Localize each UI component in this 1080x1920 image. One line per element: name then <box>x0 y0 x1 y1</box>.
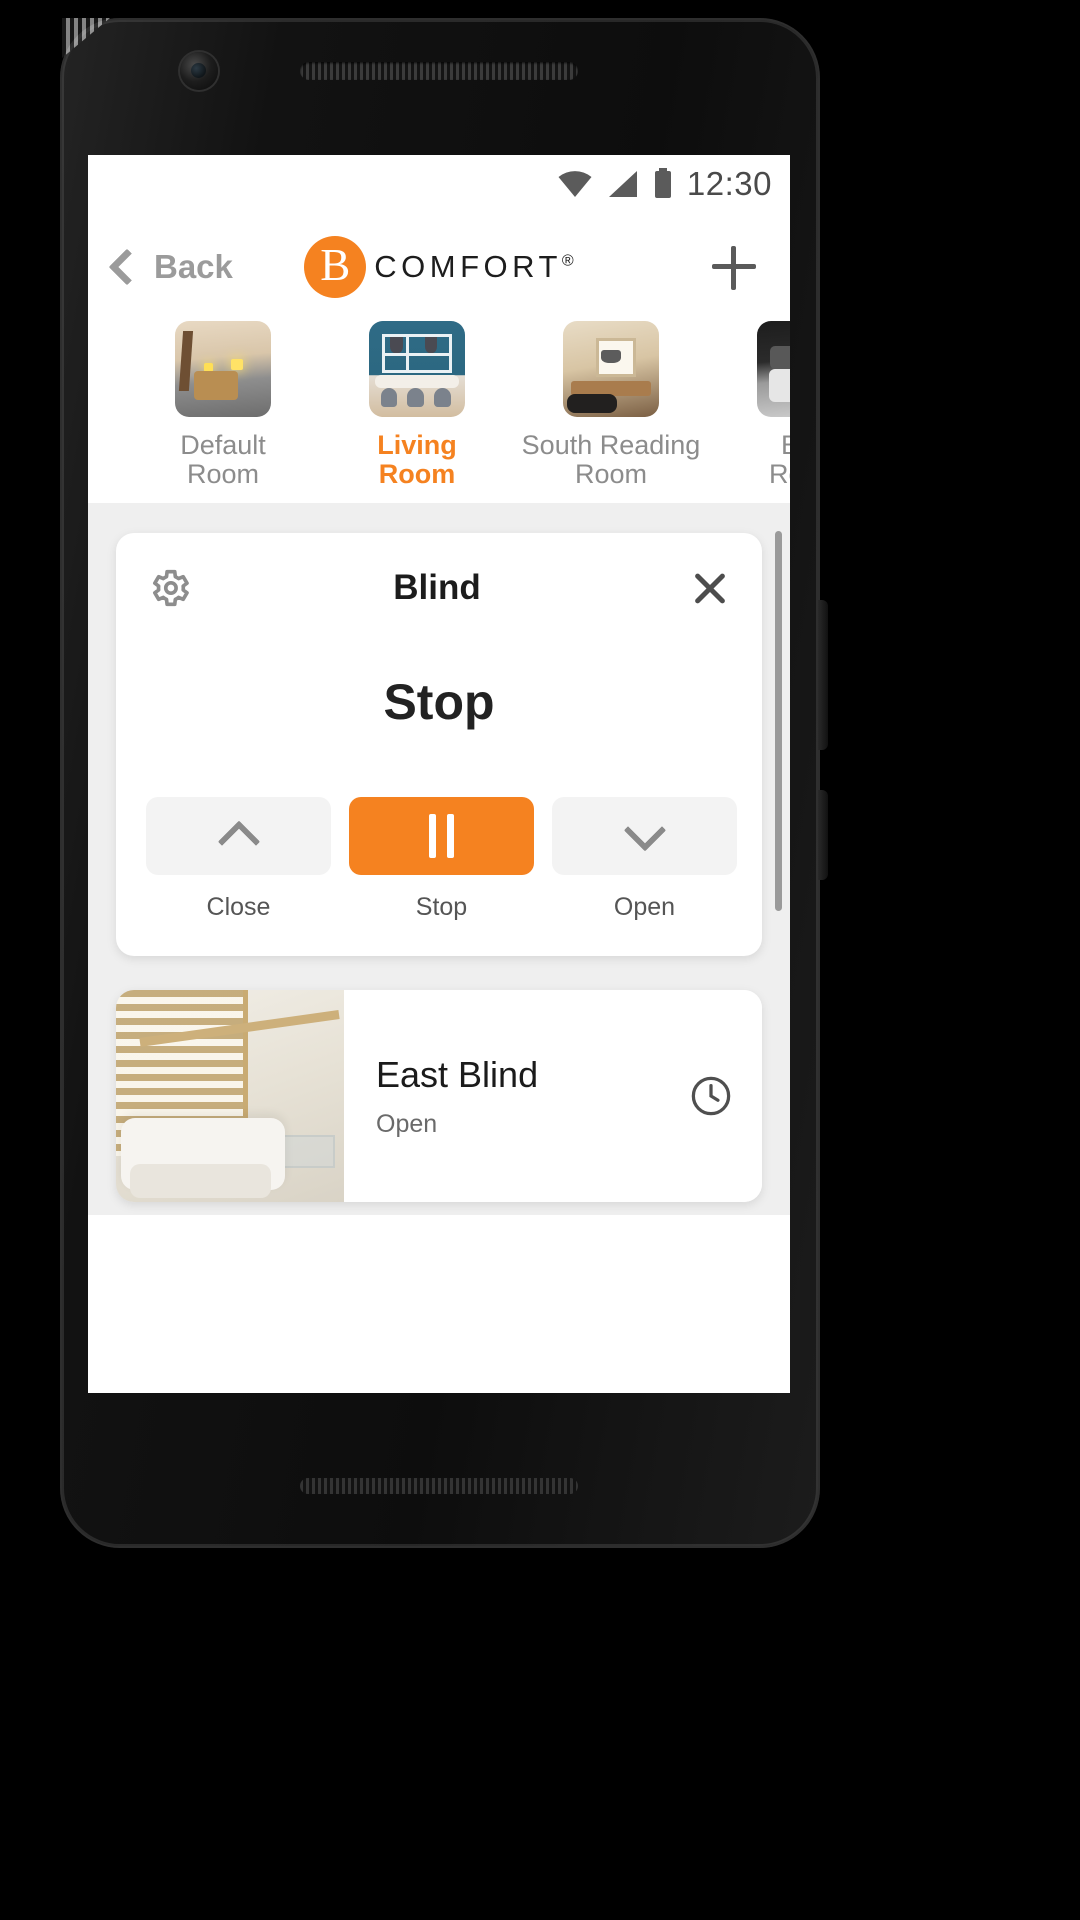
content-area: Blind Stop Close Stop Open East Blind Op… <box>88 503 790 1216</box>
room-tabs: Default Room Living Room South Reading R… <box>88 321 790 512</box>
device-info: East Blind Open <box>344 990 762 1203</box>
battery-icon <box>654 168 671 198</box>
earpiece-speaker <box>300 62 578 80</box>
screenshot-root: 12:30 Back B COMFORT® Default Room Livin… <box>0 0 1080 1920</box>
pause-icon <box>429 814 454 859</box>
vertical-scrollbar[interactable] <box>775 531 782 912</box>
room-label-line1: Living <box>377 430 457 460</box>
status-bar-clock: 12:30 <box>686 165 772 202</box>
registered-mark: ® <box>561 252 574 270</box>
device-name: East Blind <box>376 1053 539 1095</box>
bottom-speaker <box>300 1478 578 1494</box>
blind-close-button[interactable] <box>146 797 331 876</box>
app-header: Back B COMFORT® <box>88 213 790 321</box>
back-button-label: Back <box>154 248 233 285</box>
room-label-line2: Room <box>768 459 790 490</box>
blind-open-button[interactable] <box>552 797 737 876</box>
room-label-line2: Room <box>186 459 260 490</box>
room-tab-label: Living Room <box>322 430 512 490</box>
brand-logo: B COMFORT® <box>304 236 574 298</box>
power-button[interactable] <box>818 790 828 880</box>
brand-wordmark-text: COMFORT <box>374 249 562 284</box>
blind-control-card: Blind Stop Close Stop Open <box>116 533 762 957</box>
add-device-button[interactable] <box>704 237 764 297</box>
back-button[interactable]: Back <box>108 248 304 286</box>
room-label-line1: Default <box>180 430 266 460</box>
room-tab-label: Bed Room <box>710 430 790 490</box>
status-bar: 12:30 <box>88 155 790 213</box>
room-tab-default-room[interactable]: Default Room <box>126 321 320 503</box>
wifi-icon <box>558 171 592 197</box>
close-icon[interactable] <box>688 566 732 610</box>
blind-stop-button[interactable] <box>349 797 534 876</box>
room-tab-living-room[interactable]: Living Room <box>320 321 514 512</box>
blind-control-buttons: Close Stop Open <box>146 797 737 922</box>
room-tab-label: Default Room <box>128 430 318 490</box>
blind-stop-control: Stop <box>349 797 534 922</box>
room-label-line1: Bed <box>780 430 790 460</box>
cellular-signal-icon <box>608 171 637 197</box>
blind-close-label: Close <box>206 893 271 922</box>
room-label-line2: Room <box>378 459 456 490</box>
brand-wordmark: COMFORT® <box>374 249 573 285</box>
room-tab-bed-room[interactable]: Bed Room <box>708 321 790 503</box>
room-label-line1: South Reading <box>521 430 701 460</box>
blind-stop-label: Stop <box>415 893 468 922</box>
room-thumbnail <box>369 321 465 417</box>
front-camera <box>180 52 218 90</box>
blind-open-control: Open <box>552 797 737 922</box>
blind-open-label: Open <box>613 893 676 922</box>
room-tab-label: South Reading Room <box>516 430 706 490</box>
device-thumbnail <box>116 990 344 1203</box>
clock-icon[interactable] <box>688 1073 734 1119</box>
brand-mark-letter: B <box>304 236 367 298</box>
room-tab-south-reading-room[interactable]: South Reading Room <box>514 321 708 503</box>
chevron-down-icon <box>623 809 666 852</box>
room-thumbnail <box>757 321 790 417</box>
volume-button[interactable] <box>818 600 828 750</box>
room-label-line2: Room <box>574 459 648 490</box>
blind-card-title: Blind <box>393 568 481 608</box>
device-list-item-east-blind[interactable]: East Blind Open <box>116 990 762 1203</box>
blind-close-control: Close <box>146 797 331 922</box>
blind-state-text: Stop <box>383 674 495 731</box>
chevron-left-icon <box>108 248 146 286</box>
device-status: Open <box>376 1109 438 1138</box>
chevron-up-icon <box>217 820 260 864</box>
room-thumbnail <box>563 321 659 417</box>
room-thumbnail <box>175 321 271 417</box>
phone-screen: 12:30 Back B COMFORT® Default Room Livin… <box>88 155 790 1393</box>
